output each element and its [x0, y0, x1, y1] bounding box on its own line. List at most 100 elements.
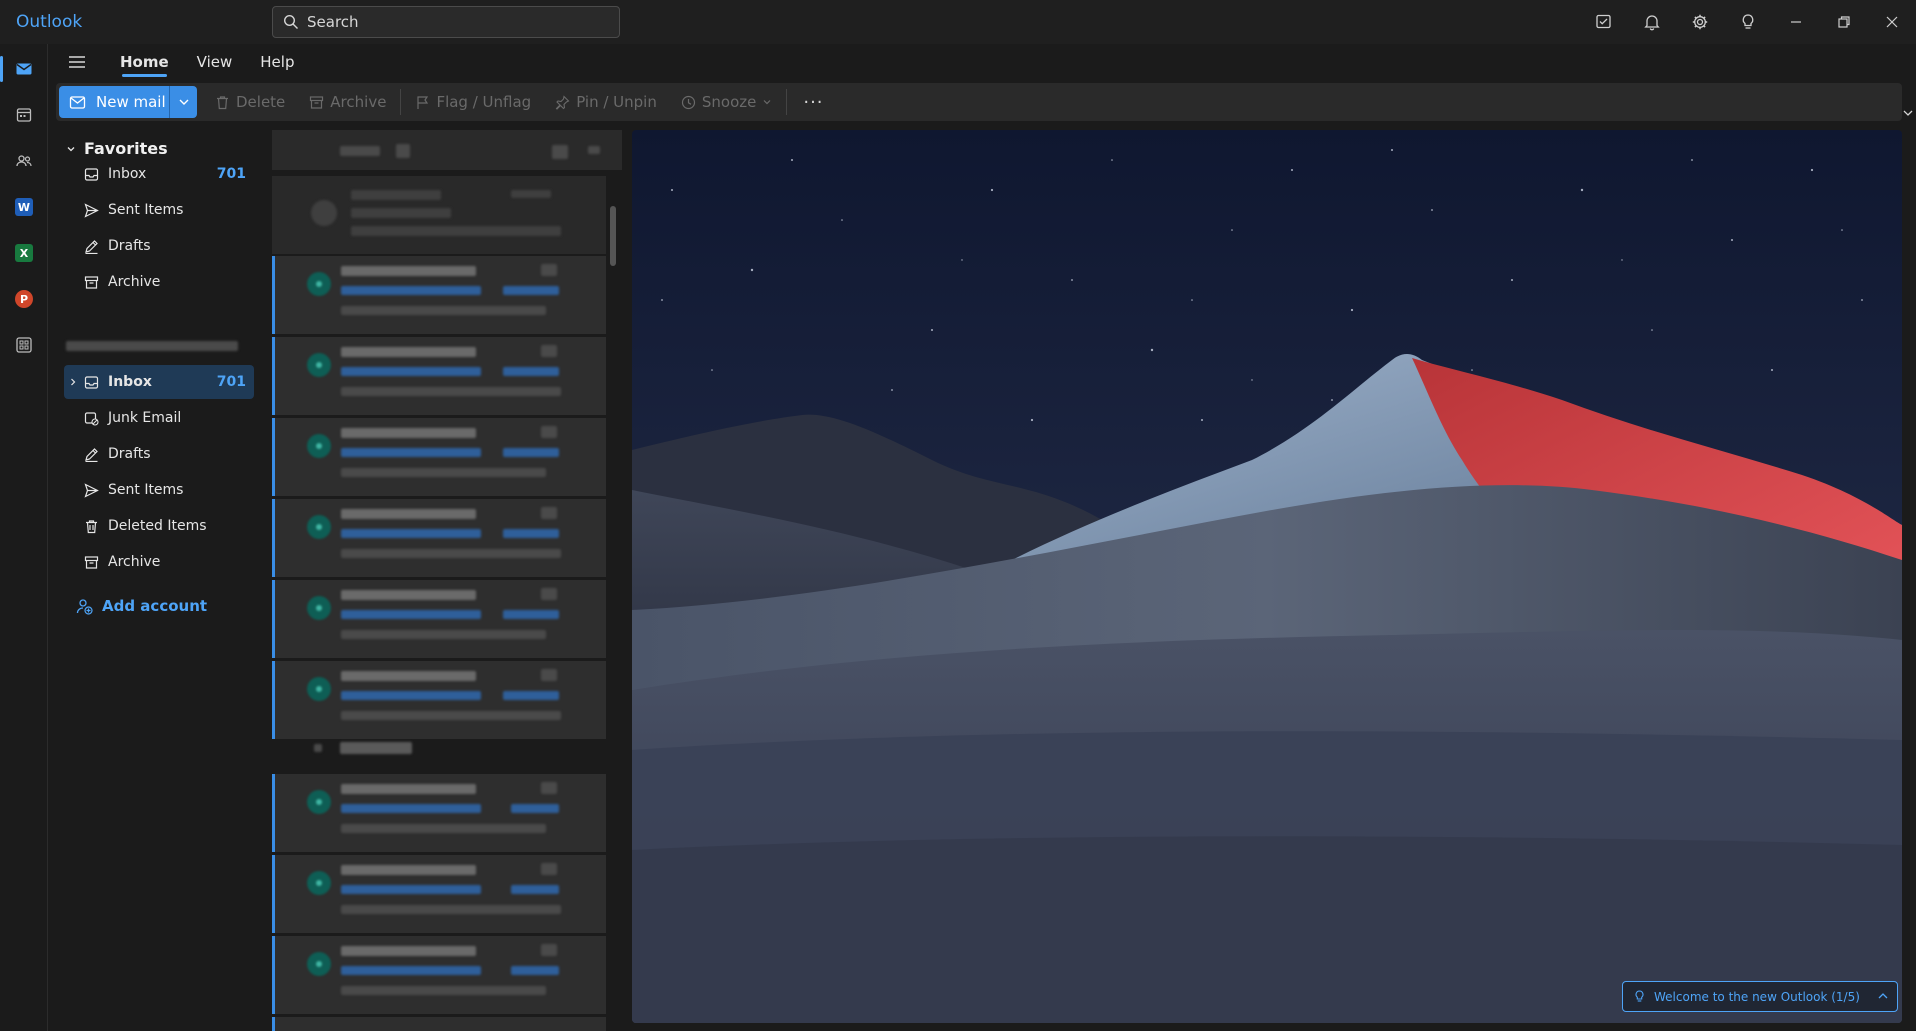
navigation-toggle[interactable]	[48, 44, 106, 80]
rail-excel[interactable]: X	[0, 230, 48, 276]
favorites-header[interactable]: Favorites	[66, 139, 168, 158]
flag-button[interactable]: Flag / Unflag	[403, 86, 543, 118]
title-bar-actions	[1580, 0, 1916, 44]
folder-label: Deleted Items	[108, 518, 207, 534]
close-icon	[1886, 16, 1898, 28]
list-item[interactable]	[272, 256, 606, 334]
list-item[interactable]	[272, 936, 606, 1014]
hamburger-icon	[69, 56, 85, 68]
list-item[interactable]	[272, 499, 606, 577]
folder-label: Junk Email	[108, 410, 182, 426]
rail-mail[interactable]	[0, 46, 48, 92]
search-placeholder: Search	[307, 13, 359, 31]
archive-label: Archive	[330, 93, 387, 111]
list-item[interactable]	[272, 580, 606, 658]
date-group-header	[272, 740, 606, 762]
tips-button[interactable]	[1724, 0, 1772, 44]
new-mail-label: New mail	[96, 93, 166, 111]
list-item[interactable]	[272, 418, 606, 496]
command-bar: New mail Delete Archive Flag / Unflag Pi…	[56, 83, 1902, 121]
rail-powerpoint[interactable]: P	[0, 276, 48, 322]
close-button[interactable]	[1868, 0, 1916, 44]
outlook-window: Outlook Search W X P Home View Help New …	[0, 0, 1916, 1031]
rail-more-apps[interactable]	[0, 322, 48, 368]
chevron-down-icon	[67, 146, 75, 151]
chevron-down-icon	[1903, 110, 1913, 116]
notifications-button[interactable]	[1628, 0, 1676, 44]
my-day-button[interactable]	[1580, 0, 1628, 44]
list-item[interactable]	[272, 855, 606, 933]
chevron-right-icon[interactable]	[68, 375, 78, 391]
app-title: Outlook	[16, 12, 83, 32]
list-item[interactable]	[272, 176, 606, 254]
snooze-label: Snooze	[701, 93, 757, 111]
flag-icon	[417, 95, 429, 109]
account-header-redacted[interactable]	[66, 339, 250, 353]
reading-pane-wallpaper	[632, 130, 1902, 1023]
avatar	[307, 596, 331, 620]
new-mail-button[interactable]: New mail	[59, 86, 169, 118]
account-drafts[interactable]: Drafts	[64, 437, 254, 471]
delete-label: Delete	[236, 93, 286, 111]
archive-button[interactable]: Archive	[297, 86, 398, 118]
tab-view[interactable]: View	[183, 44, 247, 80]
favorites-label: Favorites	[84, 139, 168, 158]
chevron-down-icon	[763, 100, 771, 105]
title-bar: Outlook Search	[0, 0, 1916, 44]
restore-button[interactable]	[1820, 0, 1868, 44]
add-account-link[interactable]: Add account	[76, 597, 207, 615]
clock-icon	[681, 95, 695, 109]
rail-word[interactable]: W	[0, 184, 48, 230]
new-mail-split-button: New mail	[59, 86, 197, 118]
unread-count: 701	[216, 166, 246, 182]
list-item[interactable]	[272, 774, 606, 852]
account-deleted-items[interactable]: Deleted Items	[64, 509, 254, 543]
my-day-icon	[1596, 14, 1611, 29]
archive-icon	[84, 275, 99, 289]
toolbar-separator	[786, 89, 788, 115]
inbox-icon	[84, 375, 99, 389]
more-options-button[interactable]: ···	[789, 92, 837, 113]
lightbulb-icon	[1742, 14, 1754, 29]
list-item[interactable]	[272, 337, 606, 415]
ribbon-collapse-button[interactable]	[1902, 104, 1914, 123]
welcome-tour-banner[interactable]: Welcome to the new Outlook (1/5)	[1622, 981, 1898, 1012]
pin-button[interactable]: Pin / Unpin	[543, 86, 669, 118]
snooze-button[interactable]: Snooze	[669, 86, 785, 118]
tab-help[interactable]: Help	[246, 44, 308, 80]
avatar	[307, 871, 331, 895]
account-sent-items[interactable]: Sent Items	[64, 473, 254, 507]
account-junk-email[interactable]: Junk Email	[64, 401, 254, 435]
avatar	[307, 434, 331, 458]
favorite-archive[interactable]: Archive	[64, 265, 254, 299]
powerpoint-icon: P	[15, 290, 33, 308]
favorite-drafts[interactable]: Drafts	[64, 229, 254, 263]
delete-button[interactable]: Delete	[203, 86, 297, 118]
account-inbox[interactable]: Inbox 701	[64, 365, 254, 399]
minimize-button[interactable]	[1772, 0, 1820, 44]
rail-people[interactable]	[0, 138, 48, 184]
chevron-up-icon[interactable]	[1877, 990, 1889, 1005]
flag-label: Flag / Unflag	[436, 93, 532, 111]
list-item[interactable]	[272, 661, 606, 739]
search-box[interactable]: Search	[272, 6, 620, 38]
avatar	[307, 353, 331, 377]
rail-calendar[interactable]	[0, 92, 48, 138]
avatar	[307, 515, 331, 539]
favorite-inbox[interactable]: Inbox 701	[64, 157, 254, 191]
folder-label: Drafts	[108, 238, 151, 254]
tab-home[interactable]: Home	[106, 44, 183, 80]
message-list-scrollbar[interactable]	[608, 178, 618, 1031]
new-mail-dropdown[interactable]	[169, 86, 197, 118]
list-item[interactable]	[272, 1017, 606, 1031]
bell-icon	[1644, 15, 1660, 31]
favorite-sent-items[interactable]: Sent Items	[64, 193, 254, 227]
add-person-icon	[76, 598, 93, 615]
unread-count: 701	[216, 374, 246, 390]
account-archive[interactable]: Archive	[64, 545, 254, 579]
scrollbar-thumb[interactable]	[610, 206, 616, 266]
folder-label: Drafts	[108, 446, 151, 462]
lightbulb-icon	[1635, 990, 1644, 1002]
restore-icon	[1838, 16, 1850, 28]
settings-button[interactable]	[1676, 0, 1724, 44]
